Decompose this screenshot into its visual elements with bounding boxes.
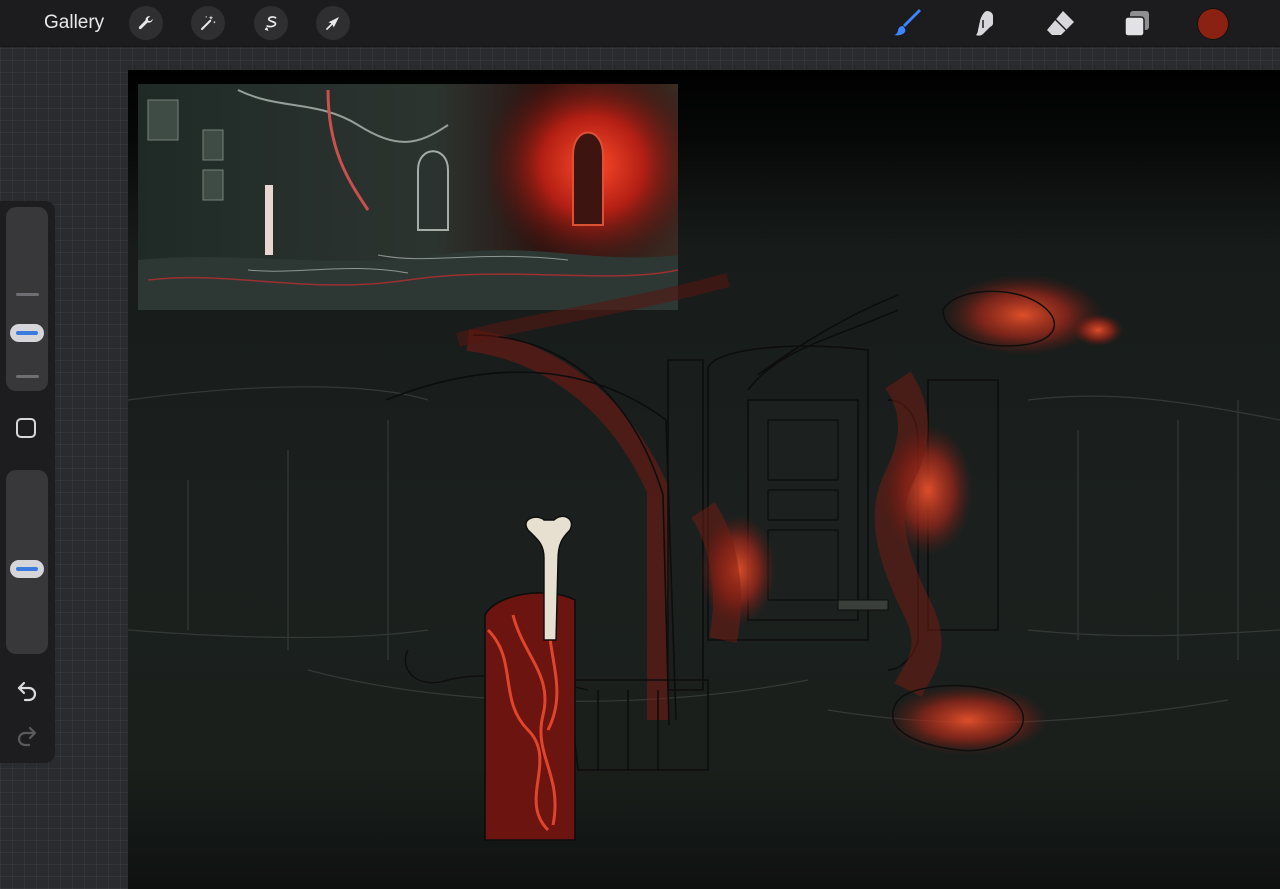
reference-image [138,84,679,310]
selection-icon[interactable] [254,6,288,40]
transform-arrow-icon[interactable] [316,6,350,40]
brush-icon[interactable] [892,8,924,40]
eraser-icon[interactable] [1044,8,1076,40]
undo-icon[interactable] [14,677,40,703]
top-toolbar: Gallery [0,0,1280,47]
layers-icon[interactable] [1121,8,1153,40]
actions-wrench-icon[interactable] [129,6,163,40]
bone-column [484,515,576,841]
gallery-button[interactable]: Gallery [44,12,104,34]
redo-icon[interactable] [14,722,40,748]
artwork [128,84,1280,841]
slider-tick [16,375,39,378]
opacity-handle[interactable] [10,560,44,578]
drawing-canvas[interactable] [128,70,1280,889]
brush-size-slider[interactable] [6,207,48,391]
adjustments-magic-wand-icon[interactable] [191,6,225,40]
modify-button[interactable] [16,418,36,438]
color-picker-swatch[interactable] [1198,9,1228,39]
opacity-slider[interactable] [6,470,48,654]
smudge-icon[interactable] [969,8,1001,40]
left-sidebar [0,201,55,763]
slider-tick [16,293,39,296]
brush-size-handle[interactable] [10,324,44,342]
